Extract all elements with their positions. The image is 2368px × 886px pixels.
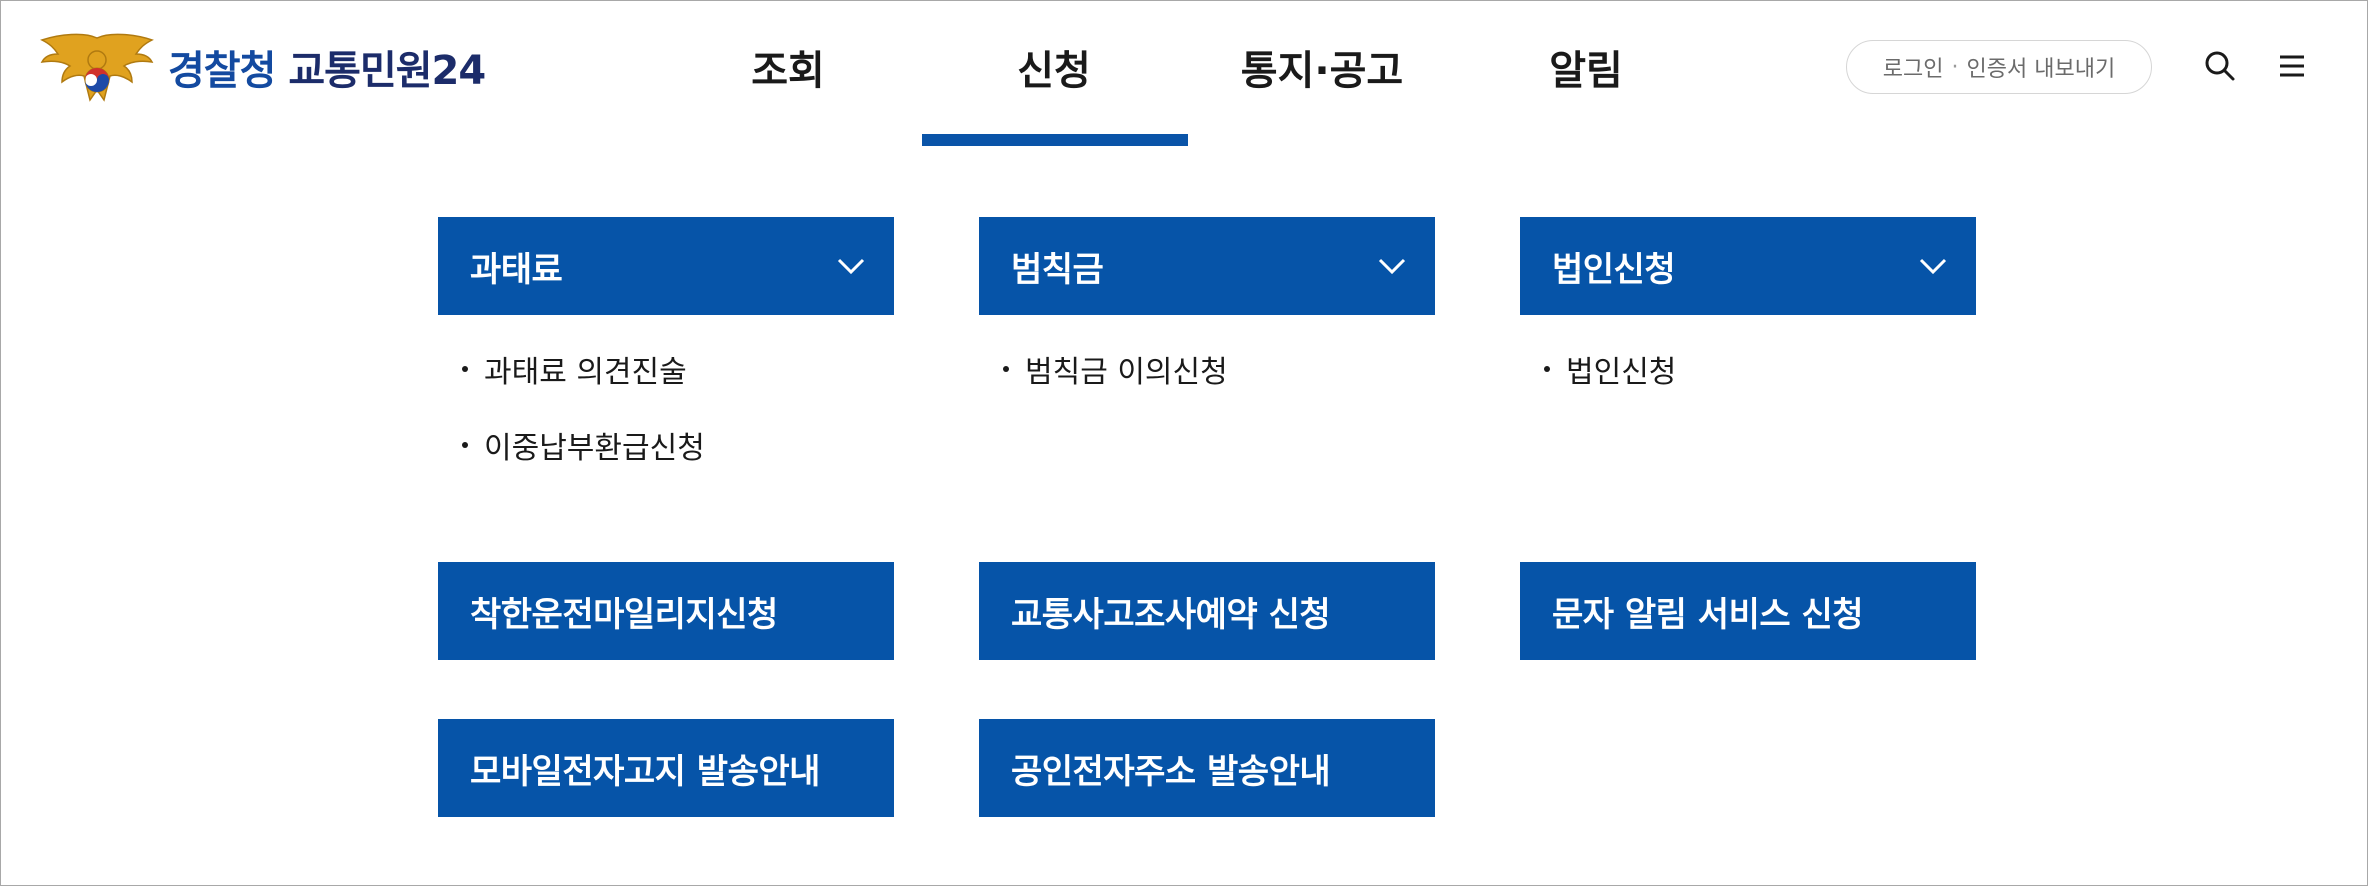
sub-menu-item-label: 법인신청 <box>1566 355 1677 390</box>
link-label: 문자 알림 서비스 신청 <box>1552 594 1864 635</box>
active-nav-indicator <box>922 134 1188 146</box>
menu-group-fine[interactable]: 과태료 <box>438 217 894 315</box>
link-label: 공인전자주소 발송안내 <box>1011 751 1331 792</box>
nav-item-notice[interactable]: 통지·공고 <box>1222 38 1422 98</box>
login-link[interactable]: 로그인 <box>1883 51 1944 83</box>
sub-menu-item-label: 과태료 의견진술 <box>484 355 687 390</box>
menu-group-corporate[interactable]: 법인신청 <box>1520 217 1976 315</box>
bullet-icon <box>462 442 468 448</box>
sub-menu-penalty: 범칙금 이의신청 <box>1003 349 1228 425</box>
chevron-down-icon <box>837 258 865 275</box>
sub-menu-item[interactable]: 범칙금 이의신청 <box>1003 349 1228 390</box>
link-certified-e-address[interactable]: 공인전자주소 발송안내 <box>979 719 1435 817</box>
menu-group-title: 법인신청 <box>1552 249 1676 290</box>
menu-group-penalty[interactable]: 범칙금 <box>979 217 1435 315</box>
link-accident-investigation-booking[interactable]: 교통사고조사예약 신청 <box>979 562 1435 660</box>
nav-item-alerts[interactable]: 알림 <box>1526 38 1646 98</box>
cert-export-link[interactable]: 인증서 내보내기 <box>1967 51 2116 83</box>
bullet-icon <box>1544 366 1550 372</box>
chevron-down-icon <box>1919 258 1947 275</box>
menu-group-title: 과태료 <box>470 249 563 290</box>
sub-menu-corporate: 법인신청 <box>1544 349 1676 425</box>
bullet-icon <box>462 366 468 372</box>
chevron-down-icon <box>1378 258 1406 275</box>
link-mobile-e-notice[interactable]: 모바일전자고지 발송안내 <box>438 719 894 817</box>
link-label: 교통사고조사예약 신청 <box>1011 594 1331 635</box>
search-icon[interactable] <box>2202 48 2238 84</box>
nav-item-application[interactable]: 신청 <box>994 38 1114 98</box>
link-label: 모바일전자고지 발송안내 <box>470 751 820 792</box>
link-label: 착한운전마일리지신청 <box>470 594 778 635</box>
nav-item-inquiry[interactable]: 조회 <box>728 38 848 98</box>
sub-menu-item[interactable]: 이중납부환급신청 <box>462 425 705 466</box>
sub-menu-item[interactable]: 법인신청 <box>1544 349 1677 390</box>
hamburger-menu-icon[interactable] <box>2274 48 2310 84</box>
login-cert-pill: 로그인 · 인증서 내보내기 <box>1846 40 2152 94</box>
sub-menu-item[interactable]: 과태료 의견진술 <box>462 349 705 390</box>
sub-menu-item-label: 이중납부환급신청 <box>484 431 705 466</box>
link-safe-driving-mileage[interactable]: 착한운전마일리지신청 <box>438 562 894 660</box>
bullet-icon <box>1003 366 1009 372</box>
link-sms-alert-service[interactable]: 문자 알림 서비스 신청 <box>1520 562 1976 660</box>
sub-menu-item-label: 범칙금 이의신청 <box>1025 355 1228 390</box>
login-separator: · <box>1951 54 1959 80</box>
menu-group-title: 범칙금 <box>1011 249 1104 290</box>
sub-menu-fine: 과태료 의견진술 이중납부환급신청 <box>462 349 705 501</box>
